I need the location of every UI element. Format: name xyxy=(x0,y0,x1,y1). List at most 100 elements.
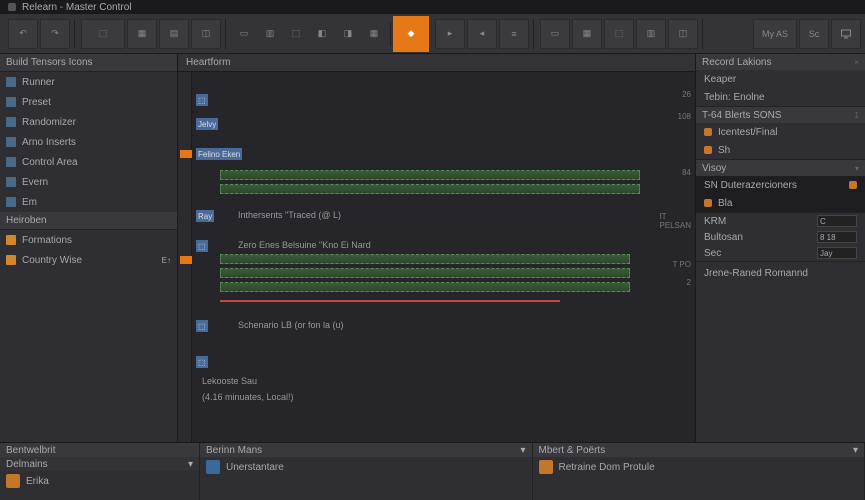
bullet-icon xyxy=(704,128,712,136)
rp-sec2-item-0[interactable]: Icentest/Final xyxy=(696,123,865,141)
track-label[interactable]: Ray xyxy=(196,210,214,222)
sidebar-item-1[interactable]: Preset xyxy=(0,92,177,112)
track-clip[interactable] xyxy=(220,184,640,194)
rp-sec3-item-0[interactable]: SN Duterazercioners xyxy=(696,176,865,194)
rp-sec3-item-1[interactable]: Bla xyxy=(696,194,865,212)
view-btn-3[interactable]: ▤ xyxy=(159,19,189,49)
sidebar-item-label: Evern xyxy=(22,177,48,188)
edit-btn-1[interactable]: ▭ xyxy=(232,22,256,46)
chevron-down-icon[interactable]: ▾ xyxy=(855,164,859,173)
item-icon xyxy=(6,137,16,147)
rp-footer: Jrene-Raned Romannd xyxy=(696,262,865,284)
layout-btn-1[interactable]: ▭ xyxy=(540,19,570,49)
edit-btn-5[interactable]: ◨ xyxy=(336,22,360,46)
sidebar-item-label: Country Wise xyxy=(22,255,82,266)
rp-sec3-header[interactable]: Visoy▾ xyxy=(696,160,865,176)
layout-btn-5[interactable]: ◫ xyxy=(668,19,698,49)
sidebar-item-4[interactable]: Control Area xyxy=(0,152,177,172)
right-panel: Record Lakions× Keaper Tebin: Enolne T-6… xyxy=(695,54,865,442)
bot-col3-header[interactable]: Mbert & Poërts▾ xyxy=(533,443,865,457)
bot-col2-item[interactable]: Unerstantare xyxy=(200,457,532,477)
undo-button[interactable]: ↶ xyxy=(8,19,38,49)
settings-icon[interactable] xyxy=(831,19,861,49)
view-btn-4[interactable]: ◫ xyxy=(191,19,221,49)
play-btn-1[interactable]: ▸ xyxy=(435,19,465,49)
main-toolbar: ↶ ↷ ⬚ ▦ ▤ ◫ ▭ ▥ ⬚ ◧ ◨ ▦ ◆ ▸ ◂ ≡ ▭ ▦ ⬚ ▥ … xyxy=(0,14,865,54)
sidebar2-item-1[interactable]: Country WiseE↑ xyxy=(0,250,177,270)
chevron-down-icon[interactable]: ▾ xyxy=(520,445,525,456)
sidebar-item-0[interactable]: Runner xyxy=(0,72,177,92)
edit-btn-3[interactable]: ⬚ xyxy=(284,22,308,46)
rp-sec2-header[interactable]: T-64 Blerts SONS1 xyxy=(696,107,865,123)
rp-sec2-item-1[interactable]: Sh xyxy=(696,141,865,159)
layout-btn-2[interactable]: ▦ xyxy=(572,19,602,49)
edit-btn-2[interactable]: ▥ xyxy=(258,22,282,46)
left-panel1-header: Build Tensors Icons xyxy=(0,54,177,72)
thumb-icon xyxy=(539,460,553,474)
right-tool-1[interactable]: My AS xyxy=(753,19,797,49)
right-tool-2[interactable]: Sc xyxy=(799,19,829,49)
center-editor: Heartform 2610884IT PELSANT PO2 ⬚JelvyFe… xyxy=(178,54,695,442)
close-icon[interactable]: × xyxy=(854,58,859,67)
edit-btn-4[interactable]: ◧ xyxy=(310,22,334,46)
view-btn-1[interactable]: ⬚ xyxy=(81,19,125,49)
bot-col1-item[interactable]: Erika xyxy=(0,471,199,491)
timeline[interactable]: 2610884IT PELSANT PO2 ⬚ Jelvy Felino Eken R… xyxy=(178,72,695,442)
chevron-down-icon[interactable]: ▾ xyxy=(188,459,193,470)
track-marker[interactable] xyxy=(180,150,192,158)
sidebar-item-5[interactable]: Evern xyxy=(0,172,177,192)
ruler-label: 2 xyxy=(687,278,691,287)
badge: 1 xyxy=(855,111,859,120)
sidebar-item-2[interactable]: Randomizer xyxy=(0,112,177,132)
edit-btn-6[interactable]: ▦ xyxy=(362,22,386,46)
item-icon xyxy=(6,157,16,167)
bot-col1-sub[interactable]: Delmains▾ xyxy=(0,457,199,471)
bot-col3-item[interactable]: Retraine Dom Protule xyxy=(533,457,865,477)
redo-button[interactable]: ↷ xyxy=(40,19,70,49)
sidebar-item-3[interactable]: Arno Inserts xyxy=(0,132,177,152)
bot-col2-header[interactable]: Berinn Mans▾ xyxy=(200,443,532,457)
track-label[interactable]: ⬚ xyxy=(196,94,208,106)
sidebar-item-label: Runner xyxy=(22,77,55,88)
track-clip[interactable] xyxy=(220,282,630,292)
track-marker[interactable] xyxy=(180,256,192,264)
status-dot-icon xyxy=(849,181,857,189)
property-value-input[interactable] xyxy=(817,231,857,243)
main-area: Build Tensors Icons Runner PresetRandomiz… xyxy=(0,54,865,442)
track-label[interactable]: Jelvy xyxy=(196,118,218,130)
layout-btn-3[interactable]: ⬚ xyxy=(604,19,634,49)
chevron-down-icon[interactable]: ▾ xyxy=(853,445,858,456)
rp-sec1-header[interactable]: Record Lakions× xyxy=(696,54,865,70)
sidebar-item-label: Formations xyxy=(22,235,72,246)
timeline-right-gutter: 2610884IT PELSANT PO2 xyxy=(667,72,695,442)
property-row: Sec xyxy=(696,245,865,261)
thumb-icon xyxy=(6,474,20,488)
track-label[interactable]: ⬚ xyxy=(196,240,208,252)
sidebar-item-6[interactable]: Em xyxy=(0,192,177,212)
ruler-label: IT PELSAN xyxy=(659,212,691,230)
item-icon xyxy=(6,117,16,127)
track-clip[interactable] xyxy=(220,170,640,180)
track-clip[interactable] xyxy=(220,254,630,264)
track-text: (4.16 minuates, Local!) xyxy=(202,392,294,402)
play-btn-2[interactable]: ◂ xyxy=(467,19,497,49)
property-key: Bultosan xyxy=(704,232,743,243)
sidebar2-item-0[interactable]: Formations xyxy=(0,230,177,250)
bottom-panel: Bentwelbrit Delmains▾ Erika Berinn Mans▾… xyxy=(0,442,865,500)
track-clip[interactable] xyxy=(220,268,630,278)
primary-action-button[interactable]: ◆ xyxy=(393,16,429,52)
rp-sec1-item-0[interactable]: Keaper xyxy=(696,70,865,88)
ruler-label: 84 xyxy=(682,168,691,177)
view-btn-2[interactable]: ▦ xyxy=(127,19,157,49)
track-label[interactable]: ⬚ xyxy=(196,356,208,368)
app-title: Relearn - Master Control xyxy=(22,2,131,13)
track-label[interactable]: Felino Eken xyxy=(196,148,242,160)
property-value-input[interactable] xyxy=(817,247,857,259)
play-btn-3[interactable]: ≡ xyxy=(499,19,529,49)
bot-col1-header: Bentwelbrit xyxy=(0,443,199,457)
track-label[interactable]: ⬚ xyxy=(196,320,208,332)
property-value-input[interactable] xyxy=(817,215,857,227)
layout-btn-4[interactable]: ▥ xyxy=(636,19,666,49)
rp-sec1-item-1[interactable]: Tebin: Enolne xyxy=(696,88,865,106)
app-icon xyxy=(8,3,16,11)
